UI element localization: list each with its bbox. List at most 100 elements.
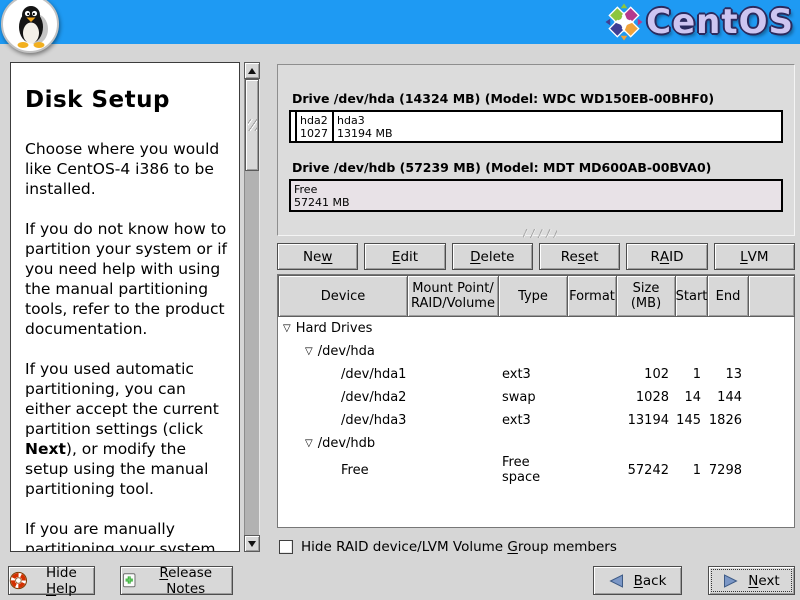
partition-segment-hda3[interactable]: hda3 13194 MB [334, 112, 781, 141]
next-arrow-icon [723, 574, 738, 588]
scrollbar-trough[interactable] [244, 79, 260, 535]
drive-hda-label: Drive /dev/hda (14324 MB) (Model: WDC WD… [292, 91, 783, 106]
centos-logo-icon [605, 2, 643, 42]
table-row-hdb[interactable]: ▽ /dev/hdb [278, 432, 794, 455]
help-paragraph: If you do not know how to partition your… [25, 219, 227, 339]
cell-size: 13194 [616, 413, 675, 428]
help-paragraph: Choose where you would like CentOS-4 i38… [25, 139, 227, 199]
installer-window: CentOS Disk Setup Choose where you would… [0, 0, 800, 600]
cell-start: 1 [675, 463, 707, 478]
cell-device: Hard Drives [296, 321, 373, 336]
raid-button[interactable]: RAID [626, 243, 707, 270]
cell-start: 14 [675, 390, 707, 405]
cell-end: 1826 [707, 413, 748, 428]
release-notes-icon [121, 572, 137, 589]
drive-hdb-bar: Free 57241 MB [289, 179, 783, 212]
back-label: Back [634, 573, 667, 589]
back-arrow-icon [609, 574, 624, 588]
table-row-hard-drives[interactable]: ▽ Hard Drives [278, 317, 794, 340]
cell-type: Free space [498, 455, 567, 485]
table-body: ▽Hard Drives ▽/dev/hda /dev/ [278, 317, 794, 527]
hide-raid-label: Hide RAID device/LVM Volume Group member… [301, 539, 617, 555]
cell-start: 145 [675, 413, 707, 428]
page-title: Disk Setup [25, 87, 227, 113]
header-banner: CentOS [0, 0, 800, 44]
hide-raid-option[interactable]: Hide RAID device/LVM Volume Group member… [279, 539, 617, 555]
delete-button[interactable]: Delete [452, 243, 533, 270]
drive-hda-bar: hda2 1027 M hda3 13194 MB [289, 110, 783, 143]
partition-segment-hda2[interactable]: hda2 1027 M [297, 112, 334, 141]
brand-name: CentOS [646, 2, 794, 42]
help-panel: Disk Setup Choose where you would like C… [10, 62, 240, 552]
header-format[interactable]: Format [567, 275, 617, 317]
scroll-down-button[interactable] [244, 535, 260, 552]
cell-type: swap [498, 390, 567, 405]
help-text-bold: Next [25, 440, 66, 458]
table-row-hda2[interactable]: /dev/hda2 swap 1028 14 144 [278, 386, 794, 409]
segment-size: 57241 MB [294, 196, 781, 209]
cell-device: /dev/hda [318, 344, 375, 359]
brand-lockup: CentOS [605, 2, 794, 42]
segment-size: 13194 MB [337, 127, 781, 140]
header-end[interactable]: End [707, 275, 749, 317]
help-text: If you used automatic partitioning, you … [25, 360, 219, 438]
help-paragraph: If you are manually partitioning your sy… [25, 519, 227, 552]
cell-end: 144 [707, 390, 748, 405]
life-ring-icon [9, 571, 28, 590]
pane-resize-handle[interactable] [523, 229, 557, 238]
cell-device: Free [341, 463, 369, 478]
hide-raid-checkbox[interactable] [279, 540, 293, 554]
lvm-button[interactable]: LVM [714, 243, 795, 270]
drives-panel: Drive /dev/hda (14324 MB) (Model: WDC WD… [277, 64, 795, 236]
help-scrollbar[interactable] [244, 62, 260, 552]
table-row-free[interactable]: Free Free space 57242 1 7298 [278, 455, 794, 478]
table-row-hda[interactable]: ▽ /dev/hda [278, 340, 794, 363]
expander-icon[interactable]: ▽ [305, 347, 313, 357]
drive-hdb-label: Drive /dev/hdb (57239 MB) (Model: MDT MD… [292, 160, 783, 175]
segment-name: Free [294, 183, 781, 196]
next-button[interactable]: Next [708, 566, 795, 595]
cell-size: 1028 [616, 390, 675, 405]
table-row-hda1[interactable]: /dev/hda1 ext3 102 1 13 [278, 363, 794, 386]
header-filler [748, 275, 795, 317]
back-button[interactable]: Back [593, 566, 682, 595]
cell-type: ext3 [498, 413, 567, 428]
reset-button[interactable]: Reset [539, 243, 620, 270]
header-device[interactable]: Device [278, 275, 408, 317]
cell-size: 57242 [616, 463, 675, 478]
scrollbar-thumb[interactable] [245, 79, 259, 171]
table-header-row: Device Mount Point/ RAID/Volume Type For… [278, 275, 794, 317]
partition-table: Device Mount Point/ RAID/Volume Type For… [277, 274, 795, 528]
header-size[interactable]: Size (MB) [616, 275, 676, 317]
segment-name: hda3 [337, 114, 781, 127]
segment-size: 1027 M [300, 127, 332, 140]
expander-icon[interactable]: ▽ [305, 439, 313, 449]
cell-device: /dev/hda3 [341, 413, 406, 428]
free-space-segment[interactable]: Free 57241 MB [291, 181, 781, 210]
segment-name: hda2 [300, 114, 332, 127]
cell-end: 7298 [707, 463, 748, 478]
cell-type: ext3 [498, 367, 567, 382]
arrow-up-icon [248, 68, 256, 74]
cell-device: /dev/hdb [318, 436, 375, 451]
arrow-down-icon [248, 541, 256, 547]
expander-icon[interactable]: ▽ [283, 324, 291, 334]
cell-start: 1 [675, 367, 707, 382]
scroll-up-button[interactable] [244, 62, 260, 79]
partition-toolbar: New Edit Delete Reset RAID LVM [277, 243, 795, 270]
header-type[interactable]: Type [498, 275, 568, 317]
header-start[interactable]: Start [675, 275, 708, 317]
hide-help-button[interactable]: Hide Help [8, 566, 95, 595]
grip-icon [248, 119, 257, 131]
release-notes-button[interactable]: Release Notes [120, 566, 233, 595]
cell-end: 13 [707, 367, 748, 382]
new-button[interactable]: New [277, 243, 358, 270]
release-notes-label: Release Notes [139, 565, 232, 597]
header-mount-point[interactable]: Mount Point/ RAID/Volume [407, 275, 499, 317]
help-paragraph: If you used automatic partitioning, you … [25, 359, 227, 499]
edit-button[interactable]: Edit [364, 243, 445, 270]
table-row-hda3[interactable]: /dev/hda3 ext3 13194 145 1826 [278, 409, 794, 432]
tux-logo-icon [1, 0, 59, 53]
next-label: Next [748, 573, 779, 589]
cell-device: /dev/hda1 [341, 367, 406, 382]
